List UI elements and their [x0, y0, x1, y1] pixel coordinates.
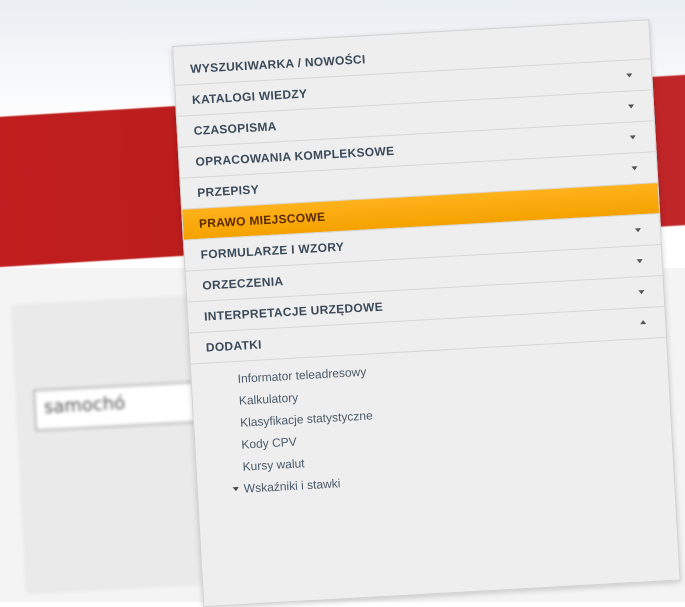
- chevron-down-icon[interactable]: [623, 60, 639, 91]
- dodatki-submenu: Informator teleadresowy Kalkulatory Klas…: [191, 338, 674, 502]
- submenu-item-label: Informator teleadresowy: [237, 364, 367, 386]
- dropdown-menu: WYSZUKIWARKA / NOWOŚCI KATALOGI WIEDZY C…: [172, 19, 681, 607]
- menu-item-label: DODATKI: [205, 337, 263, 355]
- submenu-item-label: Kody CPV: [240, 434, 298, 452]
- submenu-item-label: Kalkulatory: [238, 390, 299, 408]
- chevron-up-icon[interactable]: [636, 308, 652, 339]
- menu-item-label: CZASOPISMA: [193, 119, 278, 138]
- chevron-down-icon[interactable]: [633, 246, 649, 277]
- chevron-down-icon[interactable]: [624, 91, 640, 122]
- submenu-item-label: Kursy walut: [242, 456, 305, 474]
- chevron-down-icon[interactable]: [231, 478, 242, 501]
- menu-item-label: INTERPRETACJE URZĘDOWE: [203, 299, 384, 324]
- menu-item-label: WYSZUKIWARKA / NOWOŚCI: [189, 52, 366, 77]
- menu-item-label: KATALOGI WIEDZY: [191, 86, 308, 107]
- chevron-down-icon[interactable]: [628, 153, 644, 184]
- menu-item-label: ORZECZENIA: [202, 274, 284, 293]
- menu-item-label: FORMULARZE I WZORY: [200, 239, 345, 262]
- chevron-down-icon[interactable]: [635, 277, 651, 308]
- menu-list: WYSZUKIWARKA / NOWOŚCI KATALOGI WIEDZY C…: [173, 20, 667, 365]
- search-input-value: samochó: [43, 392, 126, 419]
- chevron-down-icon[interactable]: [626, 122, 642, 153]
- menu-item-label: PRZEPISY: [196, 182, 260, 200]
- chevron-down-icon[interactable]: [631, 215, 647, 246]
- menu-item-label: PRAWO MIEJSCOWE: [198, 209, 326, 231]
- submenu-item-label: Wskaźniki i stawki: [243, 476, 341, 496]
- menu-item-label: OPRACOWANIA KOMPLEKSOWE: [195, 143, 395, 169]
